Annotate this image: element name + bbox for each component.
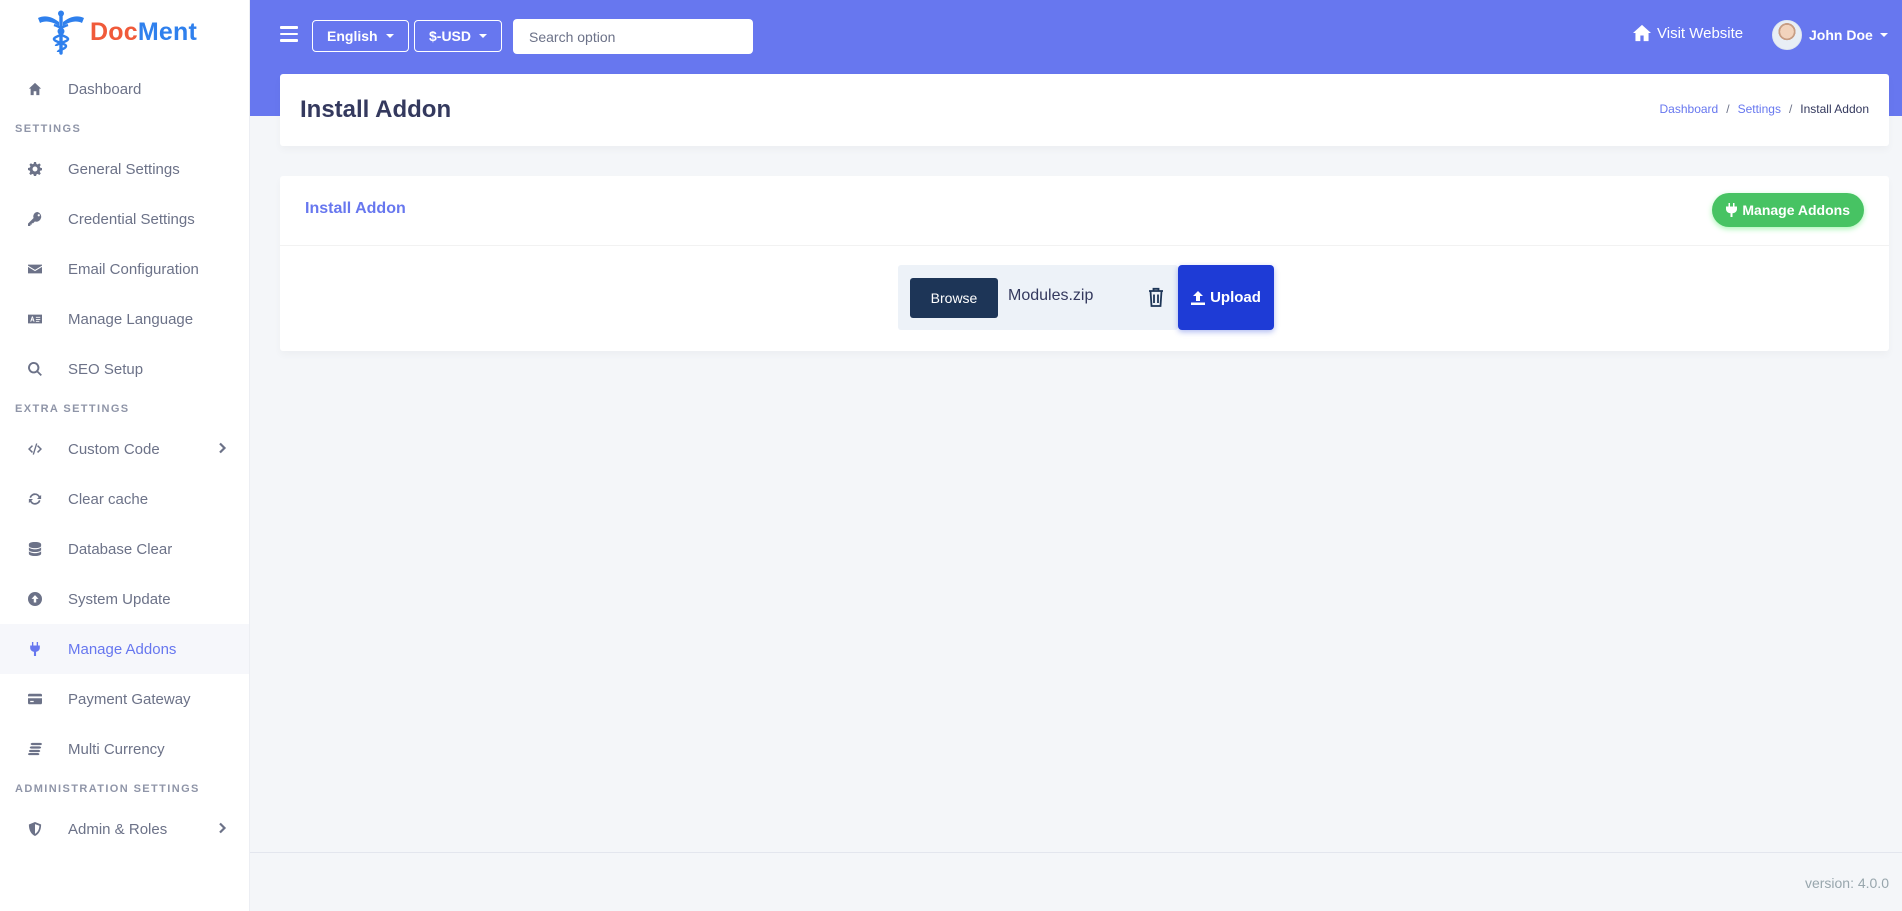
selected-file-name: Modules.zip bbox=[1008, 287, 1094, 304]
caret-down-icon bbox=[1879, 33, 1888, 37]
sidebar-item-manage-addons[interactable]: Manage Addons bbox=[0, 624, 249, 674]
breadcrumb-current: Install Addon bbox=[1800, 102, 1869, 116]
install-addon-card: Install Addon Manage Addons Browse Modul… bbox=[280, 176, 1889, 351]
language-label: English bbox=[327, 28, 378, 44]
sidebar-item-manage-language[interactable]: Manage Language bbox=[0, 294, 249, 344]
brand-logo[interactable]: DocMent bbox=[0, 0, 249, 64]
card-title: Install Addon bbox=[305, 200, 406, 217]
sidebar-item-credential-settings[interactable]: Credential Settings bbox=[0, 194, 249, 244]
manage-addons-label: Manage Addons bbox=[1742, 202, 1850, 218]
user-name: John Doe bbox=[1809, 27, 1873, 43]
shield-icon bbox=[27, 821, 43, 837]
section-header: Install Addon Dashboard / Settings / Ins… bbox=[280, 74, 1889, 146]
sidebar-item-dashboard[interactable]: Dashboard bbox=[0, 64, 249, 114]
sidebar-item-label: Dashboard bbox=[68, 80, 142, 98]
sidebar-item-payment-gateway[interactable]: Payment Gateway bbox=[0, 674, 249, 724]
code-icon bbox=[27, 441, 43, 457]
card-header: Install Addon Manage Addons bbox=[280, 176, 1889, 246]
sidebar-item-label: SEO Setup bbox=[68, 360, 144, 378]
brand-name-ment: Ment bbox=[137, 17, 197, 46]
sidebar-item-label: Manage Addons bbox=[68, 640, 177, 658]
search-icon bbox=[27, 361, 43, 377]
language-icon bbox=[27, 311, 43, 327]
version-text: version: 4.0.0 bbox=[1804, 875, 1889, 891]
currency-dropdown[interactable]: $-USD bbox=[414, 20, 503, 52]
sidebar-item-email-configuration[interactable]: Email Configuration bbox=[0, 244, 249, 294]
currency-label: $-USD bbox=[429, 28, 472, 44]
sidebar-item-system-update[interactable]: System Update bbox=[0, 574, 249, 624]
caduceus-icon bbox=[38, 10, 84, 55]
language-dropdown[interactable]: English bbox=[312, 20, 409, 52]
file-upload-area: Browse Modules.zip bbox=[898, 265, 1178, 330]
breadcrumb: Dashboard / Settings / Install Addon bbox=[1660, 102, 1869, 116]
user-dropdown[interactable]: John Doe bbox=[1772, 20, 1888, 50]
database-icon bbox=[27, 541, 43, 557]
sidebar-item-label: Multi Currency bbox=[68, 740, 165, 758]
sidebar-item-seo-setup[interactable]: SEO Setup bbox=[0, 344, 249, 394]
coins-icon bbox=[27, 741, 43, 757]
trash-icon[interactable] bbox=[1148, 287, 1164, 307]
chevron-right-icon bbox=[215, 441, 229, 455]
sidebar-item-label: Clear cache bbox=[68, 490, 149, 508]
visit-website-label: Visit Website bbox=[1657, 24, 1744, 42]
footer: version: 4.0.0 bbox=[250, 852, 1902, 911]
search-input[interactable] bbox=[513, 19, 753, 54]
visit-website-link[interactable]: Visit Website bbox=[1632, 24, 1743, 42]
key-icon bbox=[27, 211, 43, 227]
gear-icon bbox=[27, 161, 43, 177]
sidebar-item-admin-roles[interactable]: Admin & Roles bbox=[0, 804, 249, 854]
sync-icon bbox=[27, 491, 43, 507]
brand-name: DocMent bbox=[90, 18, 197, 47]
sidebar-item-label: Credential Settings bbox=[68, 210, 195, 228]
breadcrumb-separator: / bbox=[1788, 102, 1793, 116]
chevron-right-icon bbox=[215, 821, 229, 835]
sidebar: DocMent Dashboard SETTINGS General Setting… bbox=[0, 0, 250, 911]
caret-down-icon bbox=[479, 34, 488, 38]
manage-addons-button[interactable]: Manage Addons bbox=[1712, 193, 1864, 227]
upload-icon bbox=[1191, 290, 1206, 305]
plug-icon bbox=[1726, 203, 1738, 217]
sidebar-section-header: EXTRA SETTINGS bbox=[15, 403, 130, 415]
home-icon bbox=[1633, 24, 1651, 42]
plug-icon bbox=[27, 641, 43, 657]
sidebar-section-header: ADMINISTRATION SETTINGS bbox=[15, 783, 200, 795]
hamburger-menu-icon[interactable] bbox=[280, 26, 298, 42]
breadcrumb-dashboard[interactable]: Dashboard bbox=[1660, 102, 1719, 116]
sidebar-item-label: Payment Gateway bbox=[68, 690, 191, 708]
sidebar-section-header: SETTINGS bbox=[15, 123, 82, 135]
upload-button[interactable]: Upload bbox=[1178, 265, 1274, 330]
sidebar-item-label: Database Clear bbox=[68, 540, 173, 558]
breadcrumb-separator: / bbox=[1726, 102, 1730, 116]
sidebar-item-database-clear[interactable]: Database Clear bbox=[0, 524, 249, 574]
sidebar-item-label: Email Configuration bbox=[68, 260, 199, 278]
envelope-icon bbox=[27, 261, 43, 277]
breadcrumb-settings[interactable]: Settings bbox=[1738, 102, 1781, 116]
sidebar-item-label: Admin & Roles bbox=[68, 820, 168, 838]
page-title: Install Addon bbox=[300, 96, 452, 123]
sidebar-item-multi-currency[interactable]: Multi Currency bbox=[0, 724, 249, 774]
sidebar-item-label: Manage Language bbox=[68, 310, 194, 328]
credit-card-icon bbox=[27, 691, 43, 707]
sidebar-item-label: Custom Code bbox=[68, 440, 160, 458]
sidebar-item-label: System Update bbox=[68, 590, 171, 608]
browse-button[interactable]: Browse bbox=[910, 278, 998, 318]
home-icon bbox=[27, 81, 43, 97]
caret-down-icon bbox=[385, 34, 394, 38]
upload-circle-icon bbox=[27, 591, 43, 607]
upload-label: Upload bbox=[1210, 289, 1261, 306]
avatar bbox=[1772, 20, 1802, 50]
sidebar-item-custom-code[interactable]: Custom Code bbox=[0, 424, 249, 474]
sidebar-item-label: General Settings bbox=[68, 160, 180, 178]
sidebar-item-clear-cache[interactable]: Clear cache bbox=[0, 474, 249, 524]
sidebar-menu: Dashboard SETTINGS General Settings Credent… bbox=[0, 64, 249, 854]
brand-name-doc: Doc bbox=[90, 17, 138, 46]
sidebar-item-general-settings[interactable]: General Settings bbox=[0, 144, 249, 194]
